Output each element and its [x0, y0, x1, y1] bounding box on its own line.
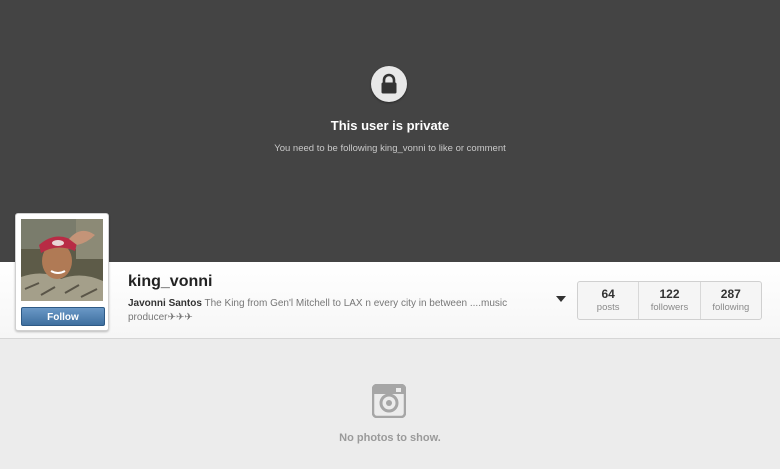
- avatar[interactable]: [21, 219, 103, 301]
- full-name: Javonni Santos: [128, 298, 202, 309]
- private-subtitle: You need to be following king_vonni to l…: [274, 143, 506, 154]
- stat-following[interactable]: 287 following: [699, 282, 761, 319]
- camera-icon: [371, 383, 407, 423]
- stat-count: 64: [601, 287, 615, 301]
- follow-button[interactable]: Follow: [21, 307, 105, 326]
- stat-count: 122: [659, 287, 680, 301]
- lock-icon: [371, 66, 407, 102]
- stat-posts[interactable]: 64 posts: [578, 282, 638, 319]
- stat-label: following: [712, 302, 750, 313]
- no-photos-text: No photos to show.: [339, 432, 441, 444]
- avatar-card: Follow: [15, 213, 109, 331]
- stats-box: 64 posts 122 followers 287 following: [577, 281, 762, 320]
- stat-label: followers: [650, 302, 689, 313]
- private-title: This user is private: [330, 118, 450, 133]
- caret-down-icon[interactable]: [556, 296, 566, 302]
- bio: Javonni Santos The King from Gen'l Mitch…: [128, 297, 548, 325]
- stat-label: posts: [596, 302, 620, 313]
- private-banner: This user is private You need to be foll…: [0, 0, 780, 262]
- username: king_vonni: [128, 273, 213, 290]
- stat-count: 287: [720, 287, 741, 301]
- stat-followers[interactable]: 122 followers: [638, 282, 699, 319]
